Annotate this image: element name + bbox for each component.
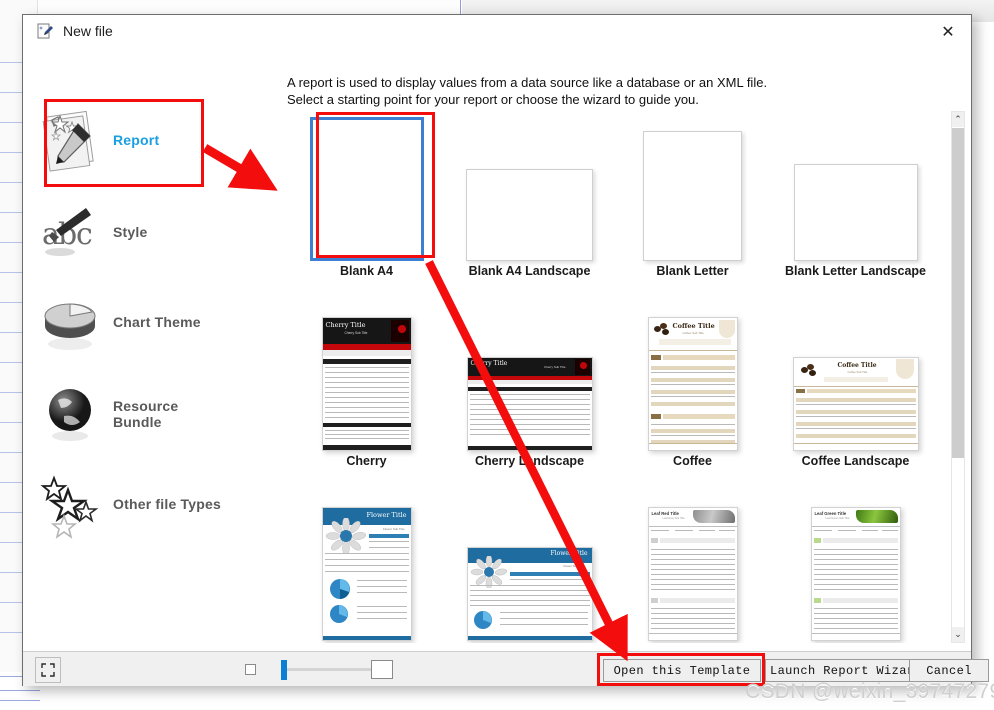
template-leaf-gray[interactable]: Leaf Red Title Leaf Gray Sub Title [609, 491, 776, 643]
sidebar-item-label: Other file Types [113, 496, 221, 512]
sidebar-item-report[interactable]: Report [33, 97, 229, 183]
template-scrollbar[interactable]: ⌃ ⌄ [951, 111, 965, 643]
template-cherry[interactable]: Cherry Title Cherry Sub Title Cherry [283, 301, 450, 483]
template-label: Blank Letter Landscape [784, 264, 926, 278]
description-text: A report is used to display values from … [287, 74, 907, 108]
stars-icon [33, 463, 107, 545]
thumb-blank-letter-landscape [793, 164, 918, 261]
launch-report-wizard-button[interactable]: Launch Report Wizard [765, 659, 927, 682]
zoom-slider-handle[interactable] [281, 660, 287, 680]
category-sidebar: Report a b c Style [23, 49, 254, 651]
dialog-title: New file [63, 23, 113, 39]
scroll-up-icon[interactable]: ⌃ [952, 112, 964, 127]
thumb-blank-a4-landscape [466, 169, 593, 261]
template-flower-landscape[interactable]: Flower Title Flower Sub Title [446, 491, 613, 643]
template-blank-letter[interactable]: Blank Letter [609, 111, 776, 293]
sidebar-item-other-file-types[interactable]: Other file Types [33, 461, 229, 547]
thumb-leaf-gray: Leaf Red Title Leaf Gray Sub Title [647, 507, 738, 641]
zoom-large-icon [371, 660, 393, 679]
style-brush-icon: a b c [33, 191, 107, 273]
template-pane: A report is used to display values from … [253, 49, 971, 651]
new-file-dialog: New file ✕ Report b c Style Chart Theme … [22, 14, 989, 686]
dialog-body: Report a b c Style [23, 49, 971, 651]
sidebar-item-label: Chart Theme [113, 314, 201, 330]
thumb-cherry: Cherry Title Cherry Sub Title [321, 317, 412, 451]
template-row: Cherry Title Cherry Sub Title Cherry Che… [283, 301, 951, 491]
sidebar-item-resource-bundle[interactable]: Resource Bundle [33, 371, 229, 457]
thumb-coffee: Coffee Title Coffee Sub Title [647, 317, 738, 451]
close-icon[interactable]: ✕ [935, 21, 961, 43]
template-blank-a4[interactable]: Blank A4 [283, 111, 450, 293]
scroll-down-icon[interactable]: ⌄ [952, 627, 964, 642]
sidebar-item-label: Report [113, 132, 160, 148]
template-row: Flower Title Flower Sub Title Flower Tit… [283, 491, 951, 643]
fit-to-screen-icon[interactable] [35, 657, 61, 683]
thumb-blank-letter [643, 131, 742, 261]
background-ruler-line [0, 690, 40, 691]
template-blank-a4-landscape[interactable]: Blank A4 Landscape [446, 111, 613, 293]
template-flower[interactable]: Flower Title Flower Sub Title [283, 491, 450, 643]
sidebar-item-style[interactable]: a b c Style [33, 189, 229, 275]
globe-icon [33, 373, 107, 455]
thumb-cherry-landscape: Cherry Title Cherry Sub Title [466, 357, 593, 451]
thumb-coffee-landscape: Coffee Title Coffee Sub Title [792, 357, 919, 451]
template-row: Blank A4 Blank A4 Landscape Blank Letter [283, 111, 951, 301]
template-label: Cherry [346, 454, 387, 468]
template-label: Coffee [673, 454, 712, 468]
thumb-leaf-green: Leaf Green Title Leaf Green Sub Title [810, 507, 901, 641]
template-coffee-landscape[interactable]: Coffee Title Coffee Sub Title Coffee Lan… [772, 301, 939, 483]
scrollbar-thumb[interactable] [952, 128, 964, 458]
template-cherry-landscape[interactable]: Cherry Title Cherry Sub Title Cherry Lan… [446, 301, 613, 483]
template-blank-letter-landscape[interactable]: Blank Letter Landscape [772, 111, 939, 293]
thumb-flower-landscape: Flower Title Flower Sub Title [466, 547, 593, 641]
zoom-small-icon [245, 664, 256, 675]
template-label: Cherry Landscape [474, 454, 585, 468]
template-leaf-green[interactable]: Leaf Green Title Leaf Green Sub Title [772, 491, 939, 643]
sidebar-item-label: Style [113, 224, 148, 240]
template-label: Blank Letter [656, 264, 729, 278]
thumb-flower: Flower Title Flower Sub Title [321, 507, 412, 641]
sidebar-item-label: Resource Bundle [113, 398, 179, 430]
background-ruler-line [0, 700, 40, 701]
description-line-2: Select a starting point for your report … [287, 92, 699, 107]
dialog-titlebar: New file ✕ [23, 15, 971, 49]
report-wizard-icon [33, 99, 107, 181]
template-label: Blank A4 Landscape [468, 264, 591, 278]
cancel-button[interactable]: Cancel [909, 659, 989, 682]
watermark: CSDN @weixin_39747279 [745, 680, 994, 703]
template-coffee[interactable]: Coffee Title Coffee Sub Title Coffee [609, 301, 776, 483]
thumb-blank-a4 [309, 117, 424, 261]
sidebar-item-chart-theme[interactable]: Chart Theme [33, 279, 229, 365]
description-line-1: A report is used to display values from … [287, 75, 768, 90]
template-label: Blank A4 [339, 264, 394, 278]
new-file-icon [37, 23, 55, 41]
pie-chart-icon [33, 281, 107, 363]
open-this-template-button[interactable]: Open this Template [603, 659, 761, 682]
template-label: Coffee Landscape [801, 454, 910, 468]
template-grid: Blank A4 Blank A4 Landscape Blank Letter [283, 111, 951, 643]
